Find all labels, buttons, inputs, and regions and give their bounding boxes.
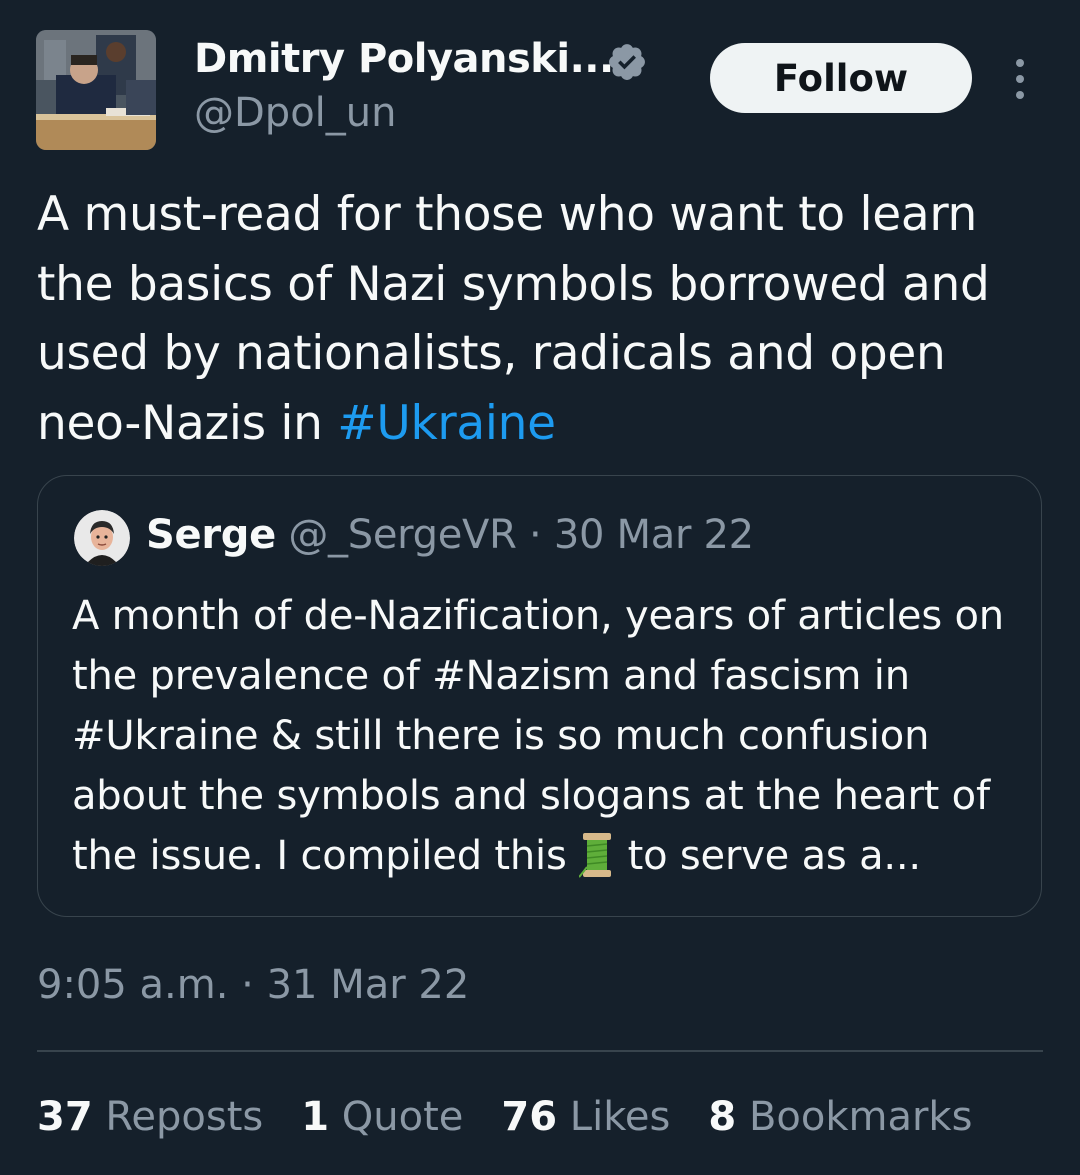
author-avatar[interactable] bbox=[36, 30, 156, 150]
author-avatar-image bbox=[36, 30, 156, 150]
quoted-author-avatar[interactable] bbox=[74, 510, 130, 566]
quoted-text-part-2: to serve as a... bbox=[615, 833, 922, 879]
quoted-tweet-date: 30 Mar 22 bbox=[553, 512, 754, 558]
hashtag-ukraine-link[interactable]: #Ukraine bbox=[337, 396, 556, 451]
quoted-meta-separator: · bbox=[516, 512, 554, 558]
quoted-author-avatar-image bbox=[74, 510, 130, 566]
engagement-stats: 37 Reposts 1 Quote 76 Likes 8 Bookmarks bbox=[37, 1094, 972, 1140]
follow-button[interactable]: Follow bbox=[710, 43, 972, 113]
bookmarks-label: Bookmarks bbox=[748, 1094, 973, 1140]
quoted-tweet-text: A month of de-Nazification, years of art… bbox=[72, 586, 1022, 886]
bookmarks-count: 8 bbox=[708, 1094, 737, 1140]
tweet-detail: Dmitry Polyanski... @Dpol_un Follow A mu… bbox=[0, 0, 1080, 1175]
tweet-text: A must-read for those who want to learn … bbox=[37, 180, 1047, 458]
reposts-label: Reposts bbox=[105, 1094, 264, 1140]
divider bbox=[37, 1050, 1043, 1052]
quoted-tweet-card[interactable]: Serge @_SergeVR · 30 Mar 22 A month of d… bbox=[37, 475, 1042, 917]
quotes-label: Quote bbox=[341, 1094, 464, 1140]
author-handle[interactable]: @Dpol_un bbox=[194, 90, 396, 136]
quoted-author-handle: @_SergeVR bbox=[288, 512, 517, 558]
verified-badge-icon bbox=[609, 44, 645, 80]
quotes-stat[interactable]: 1 Quote bbox=[301, 1094, 463, 1140]
more-options-icon[interactable] bbox=[1010, 58, 1030, 100]
author-name[interactable]: Dmitry Polyanski... bbox=[194, 36, 614, 82]
bookmarks-stat[interactable]: 8 Bookmarks bbox=[708, 1094, 972, 1140]
spool-of-thread-icon bbox=[579, 833, 612, 878]
likes-count: 76 bbox=[501, 1094, 558, 1140]
quotes-count: 1 bbox=[301, 1094, 330, 1140]
reposts-stat[interactable]: 37 Reposts bbox=[37, 1094, 263, 1140]
likes-label: Likes bbox=[569, 1094, 671, 1140]
likes-stat[interactable]: 76 Likes bbox=[501, 1094, 670, 1140]
tweet-timestamp[interactable]: 9:05 a.m. · 31 Mar 22 bbox=[37, 962, 469, 1008]
quoted-tweet-header: Serge @_SergeVR · 30 Mar 22 bbox=[146, 512, 754, 558]
reposts-count: 37 bbox=[37, 1094, 93, 1140]
quoted-author-name: Serge bbox=[146, 512, 276, 558]
